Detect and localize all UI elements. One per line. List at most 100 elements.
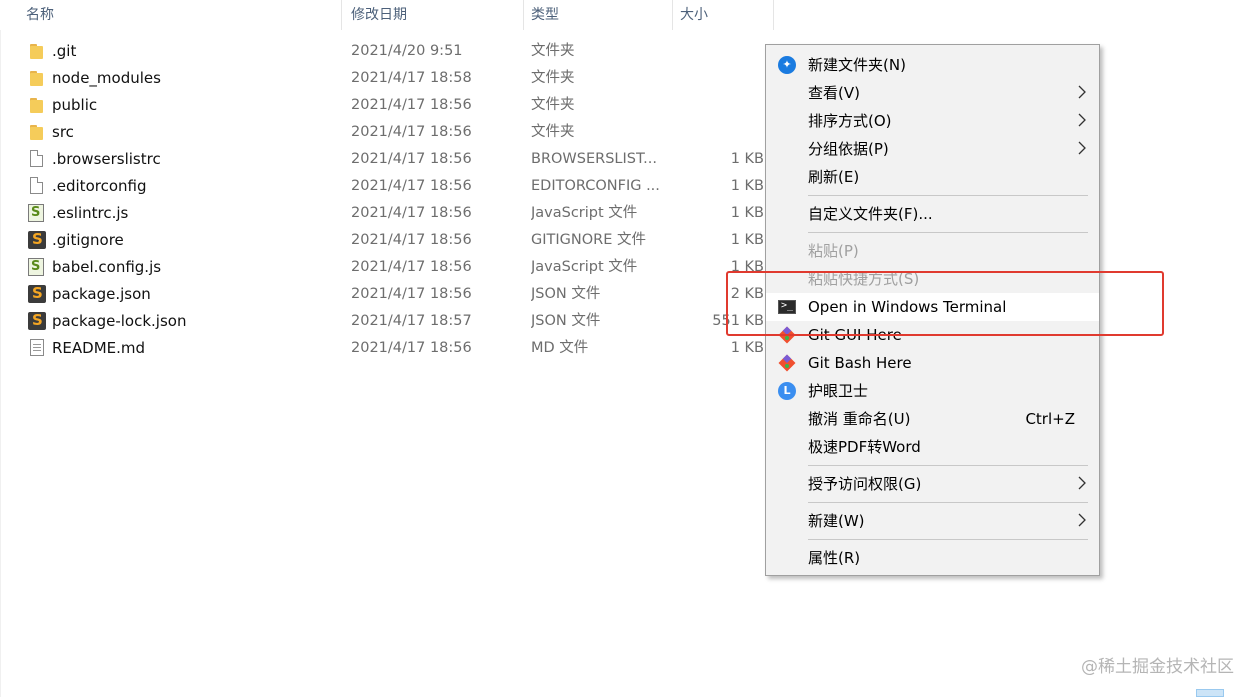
menu-separator [808,195,1088,196]
menu-item-shortcut: Ctrl+Z [1025,410,1075,428]
watermark: @稀土掘金技术社区 [1081,657,1234,677]
column-header: 名称 ^ 修改日期 类型 大小 [0,0,774,30]
file-type: 文件夹 [531,70,575,86]
folder-icon [28,96,46,115]
sublime-file-icon: S [28,230,46,249]
file-row[interactable]: S package-lock.json 2021/4/17 18:57 JSON… [0,308,774,335]
menu-item-label: 新建(W) [808,512,865,530]
menu-separator [808,539,1088,540]
file-row[interactable]: .git 2021/4/20 9:51 文件夹 [0,38,774,65]
file-type: EDITORCONFIG ... [531,178,660,194]
file-row[interactable]: .browserslistrc 2021/4/17 18:56 BROWSERS… [0,146,774,173]
file-type: 文件夹 [531,124,575,140]
chevron-right-icon [1078,513,1086,527]
menu-item-paste: 粘贴(P) [766,237,1099,265]
git-icon [778,354,796,372]
menu-item-label: 查看(V) [808,84,860,102]
file-date: 2021/4/17 18:56 [351,205,472,221]
menu-item-new[interactable]: 新建(W) [766,507,1099,535]
file-row[interactable]: S .gitignore 2021/4/17 18:56 GITIGNORE 文… [0,227,774,254]
file-date: 2021/4/17 18:56 [351,151,472,167]
file-size: 1 KB [730,178,764,194]
text-file-icon [30,339,44,356]
folder-icon [28,42,46,61]
file-name: node_modules [52,69,161,87]
menu-item-grant-access[interactable]: 授予访问权限(G) [766,470,1099,498]
file-icon [30,177,43,194]
file-date: 2021/4/17 18:57 [351,313,472,329]
menu-item-label: 极速PDF转Word [808,438,921,456]
file-date: 2021/4/17 18:56 [351,97,472,113]
menu-item-label: Git Bash Here [808,354,912,372]
sublime-file-icon: S [28,311,46,330]
file-type: GITIGNORE 文件 [531,232,646,248]
menu-item-new-folder[interactable]: ✦ 新建文件夹(N) [766,51,1099,79]
folder-icon [28,123,46,142]
menu-item-label: 护眼卫士 [808,382,869,400]
file-size: 1 KB [730,232,764,248]
menu-item-label: 自定义文件夹(F)... [808,205,933,223]
menu-item-eye-guard[interactable]: L 护眼卫士 [766,377,1099,405]
menu-item-view[interactable]: 查看(V) [766,79,1099,107]
file-date: 2021/4/17 18:56 [351,232,472,248]
menu-item-label: 粘贴(P) [808,242,859,260]
file-row[interactable]: .editorconfig 2021/4/17 18:56 EDITORCONF… [0,173,774,200]
file-icon [30,150,43,167]
menu-item-pdf-to-word[interactable]: 极速PDF转Word [766,433,1099,461]
file-row[interactable]: S package.json 2021/4/17 18:56 JSON 文件 2… [0,281,774,308]
file-date: 2021/4/17 18:58 [351,70,472,86]
sort-ascending-icon: ^ [174,0,185,8]
resize-corner [1196,689,1224,697]
menu-item-sort-by[interactable]: 排序方式(O) [766,107,1099,135]
file-date: 2021/4/17 18:56 [351,178,472,194]
chevron-right-icon [1078,476,1086,490]
menu-item-git-bash[interactable]: Git Bash Here [766,349,1099,377]
file-type: 文件夹 [531,43,575,59]
file-name: package.json [52,285,151,303]
eye-guard-icon: L [778,382,796,400]
chevron-right-icon [1078,113,1086,127]
menu-item-refresh[interactable]: 刷新(E) [766,163,1099,191]
menu-separator [808,232,1088,233]
file-date: 2021/4/17 18:56 [351,340,472,356]
file-type: BROWSERSLIST... [531,151,657,167]
menu-item-undo-rename[interactable]: 撤消 重命名(U) Ctrl+Z [766,405,1099,433]
file-row[interactable]: node_modules 2021/4/17 18:58 文件夹 [0,65,774,92]
column-header-date[interactable]: 修改日期 [345,0,524,30]
file-date: 2021/4/20 9:51 [351,43,463,59]
menu-item-label: 刷新(E) [808,168,860,186]
menu-item-label: 新建文件夹(N) [808,56,906,74]
file-type: JavaScript 文件 [531,205,638,221]
file-name: .git [52,42,77,60]
column-header-type[interactable]: 类型 [525,0,673,30]
file-name: .editorconfig [52,177,147,195]
js-file-icon: S [28,258,44,276]
file-size: 1 KB [730,340,764,356]
menu-item-group-by[interactable]: 分组依据(P) [766,135,1099,163]
menu-item-label: 排序方式(O) [808,112,892,130]
column-header-date-label: 修改日期 [351,7,407,23]
file-row[interactable]: src 2021/4/17 18:56 文件夹 [0,119,774,146]
column-header-name-label: 名称 [26,7,54,23]
file-date: 2021/4/17 18:56 [351,124,472,140]
file-row[interactable]: S babel.config.js 2021/4/17 18:56 JavaSc… [0,254,774,281]
highlight-annotation [726,271,1164,336]
js-file-icon: S [28,204,44,222]
menu-item-label: 授予访问权限(G) [808,475,922,493]
file-type: 文件夹 [531,97,575,113]
menu-item-label: 分组依据(P) [808,140,889,158]
menu-separator [808,502,1088,503]
file-name: .eslintrc.js [52,204,129,222]
column-header-size[interactable]: 大小 [674,0,774,30]
file-type: JSON 文件 [531,313,601,329]
column-header-type-label: 类型 [531,7,559,23]
menu-item-label: 属性(R) [808,549,861,567]
file-type: JSON 文件 [531,286,601,302]
menu-item-properties[interactable]: 属性(R) [766,544,1099,572]
file-date: 2021/4/17 18:56 [351,259,472,275]
file-row[interactable]: S .eslintrc.js 2021/4/17 18:56 JavaScrip… [0,200,774,227]
menu-item-customize-folder[interactable]: 自定义文件夹(F)... [766,200,1099,228]
file-row[interactable]: public 2021/4/17 18:56 文件夹 [0,92,774,119]
file-row[interactable]: README.md 2021/4/17 18:56 MD 文件 1 KB [0,335,774,362]
file-name: babel.config.js [52,258,162,276]
